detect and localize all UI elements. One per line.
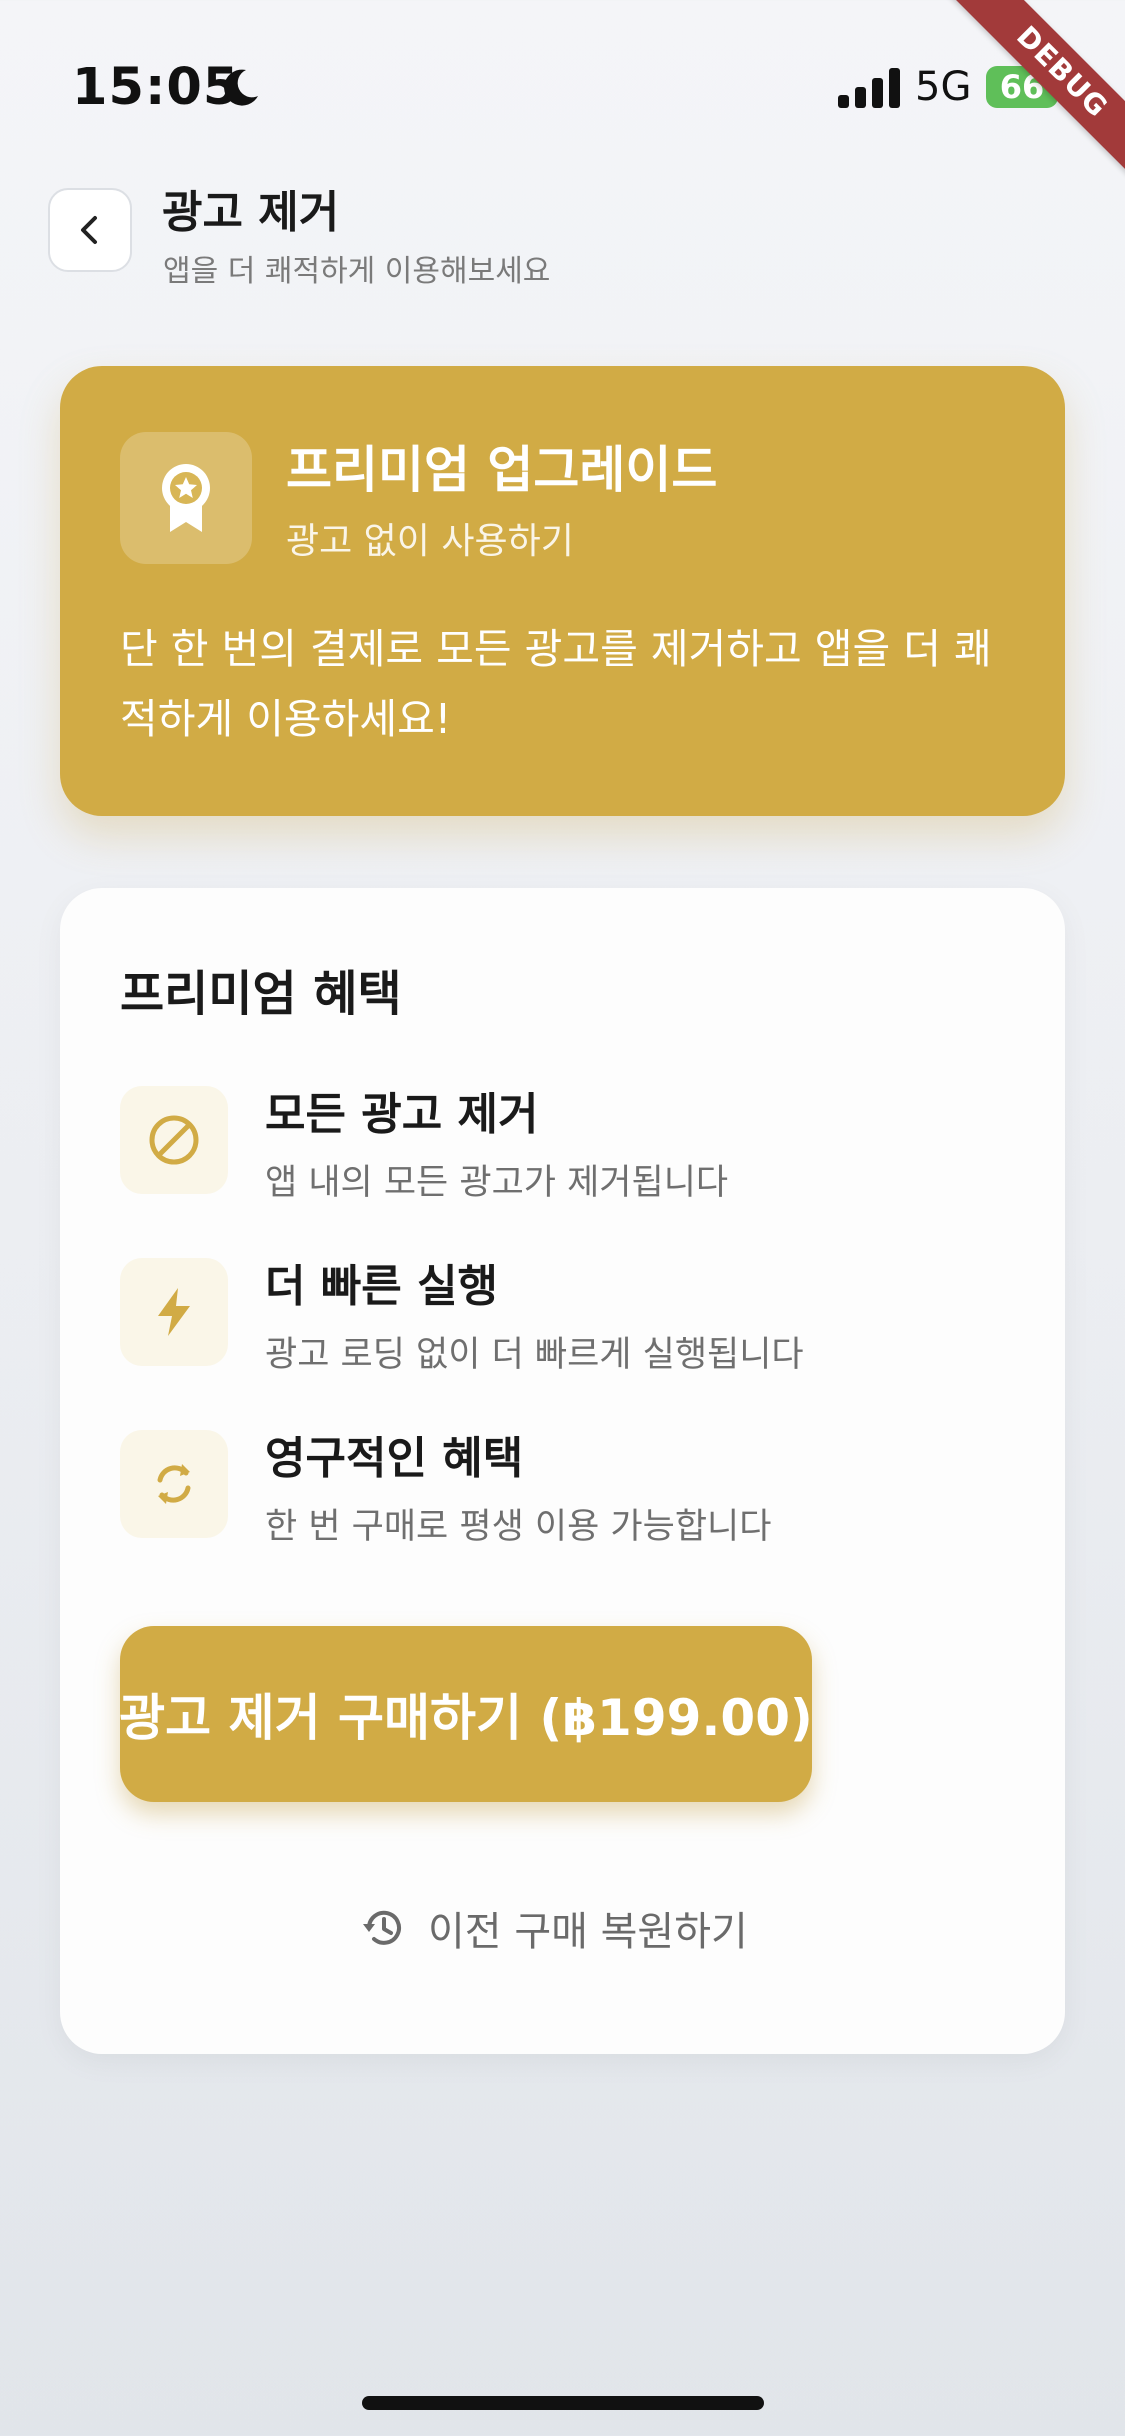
premium-upgrade-card: 프리미엄 업그레이드 광고 없이 사용하기 단 한 번의 결제로 모든 광고를 … bbox=[60, 366, 1065, 816]
benefits-title: 프리미엄 혜택 bbox=[120, 966, 402, 1022]
premium-badge bbox=[120, 432, 252, 564]
page-title: 광고 제거 bbox=[162, 187, 340, 238]
network-type: 5G bbox=[915, 64, 972, 110]
history-icon bbox=[363, 1910, 401, 1945]
benefit-item-permanent: 영구적인 혜택 한 번 구매로 평생 이용 가능합니다 bbox=[120, 1428, 1020, 1547]
back-button[interactable] bbox=[48, 188, 132, 272]
status-bar: 15:05 5G 66 bbox=[0, 0, 1125, 180]
benefit-item-faster: 더 빠른 실행 광고 로딩 없이 더 빠르게 실행됩니다 bbox=[120, 1256, 1020, 1375]
moon-icon bbox=[224, 69, 258, 106]
benefit-icon-box bbox=[120, 1086, 228, 1194]
restore-purchases-button[interactable]: 이전 구매 복원하기 bbox=[360, 1898, 748, 1958]
purchase-button[interactable]: 광고 제거 구매하기 (฿199.00) bbox=[119, 1626, 813, 1802]
restore-label: 이전 구매 복원하기 bbox=[428, 1909, 748, 1955]
refresh-icon bbox=[157, 1464, 191, 1504]
chevron-left-icon bbox=[81, 216, 97, 244]
status-time: 15:05 bbox=[72, 58, 240, 117]
benefit-icon-box bbox=[120, 1430, 228, 1538]
benefit-title: 모든 광고 제거 bbox=[265, 1089, 539, 1140]
home-indicator bbox=[362, 2396, 764, 2410]
award-icon bbox=[162, 464, 210, 532]
benefit-description: 광고 로딩 없이 더 빠르게 실행됩니다 bbox=[265, 1335, 804, 1375]
benefit-title: 영구적인 혜택 bbox=[265, 1433, 524, 1484]
signal-icon bbox=[838, 68, 900, 108]
page-subtitle: 앱을 더 쾌적하게 이용해보세요 bbox=[163, 254, 551, 289]
premium-description: 단 한 번의 결제로 모든 광고를 제거하고 앱을 더 쾌적하게 이용하세요! bbox=[120, 625, 992, 743]
benefit-title: 더 빠른 실행 bbox=[265, 1261, 499, 1312]
benefit-item-remove-ads: 모든 광고 제거 앱 내의 모든 광고가 제거됩니다 bbox=[120, 1084, 1020, 1203]
benefits-card: 프리미엄 혜택 모든 광고 제거 앱 내의 모든 광고가 제거됩니다 더 빠른 … bbox=[60, 888, 1065, 2054]
benefit-description: 앱 내의 모든 광고가 제거됩니다 bbox=[265, 1163, 729, 1203]
premium-title: 프리미엄 업그레이드 bbox=[286, 441, 718, 499]
benefit-description: 한 번 구매로 평생 이용 가능합니다 bbox=[265, 1507, 772, 1547]
benefit-icon-box bbox=[120, 1258, 228, 1366]
bolt-icon bbox=[158, 1288, 190, 1336]
block-icon bbox=[149, 1115, 199, 1165]
premium-subtitle: 광고 없이 사용하기 bbox=[286, 521, 574, 562]
